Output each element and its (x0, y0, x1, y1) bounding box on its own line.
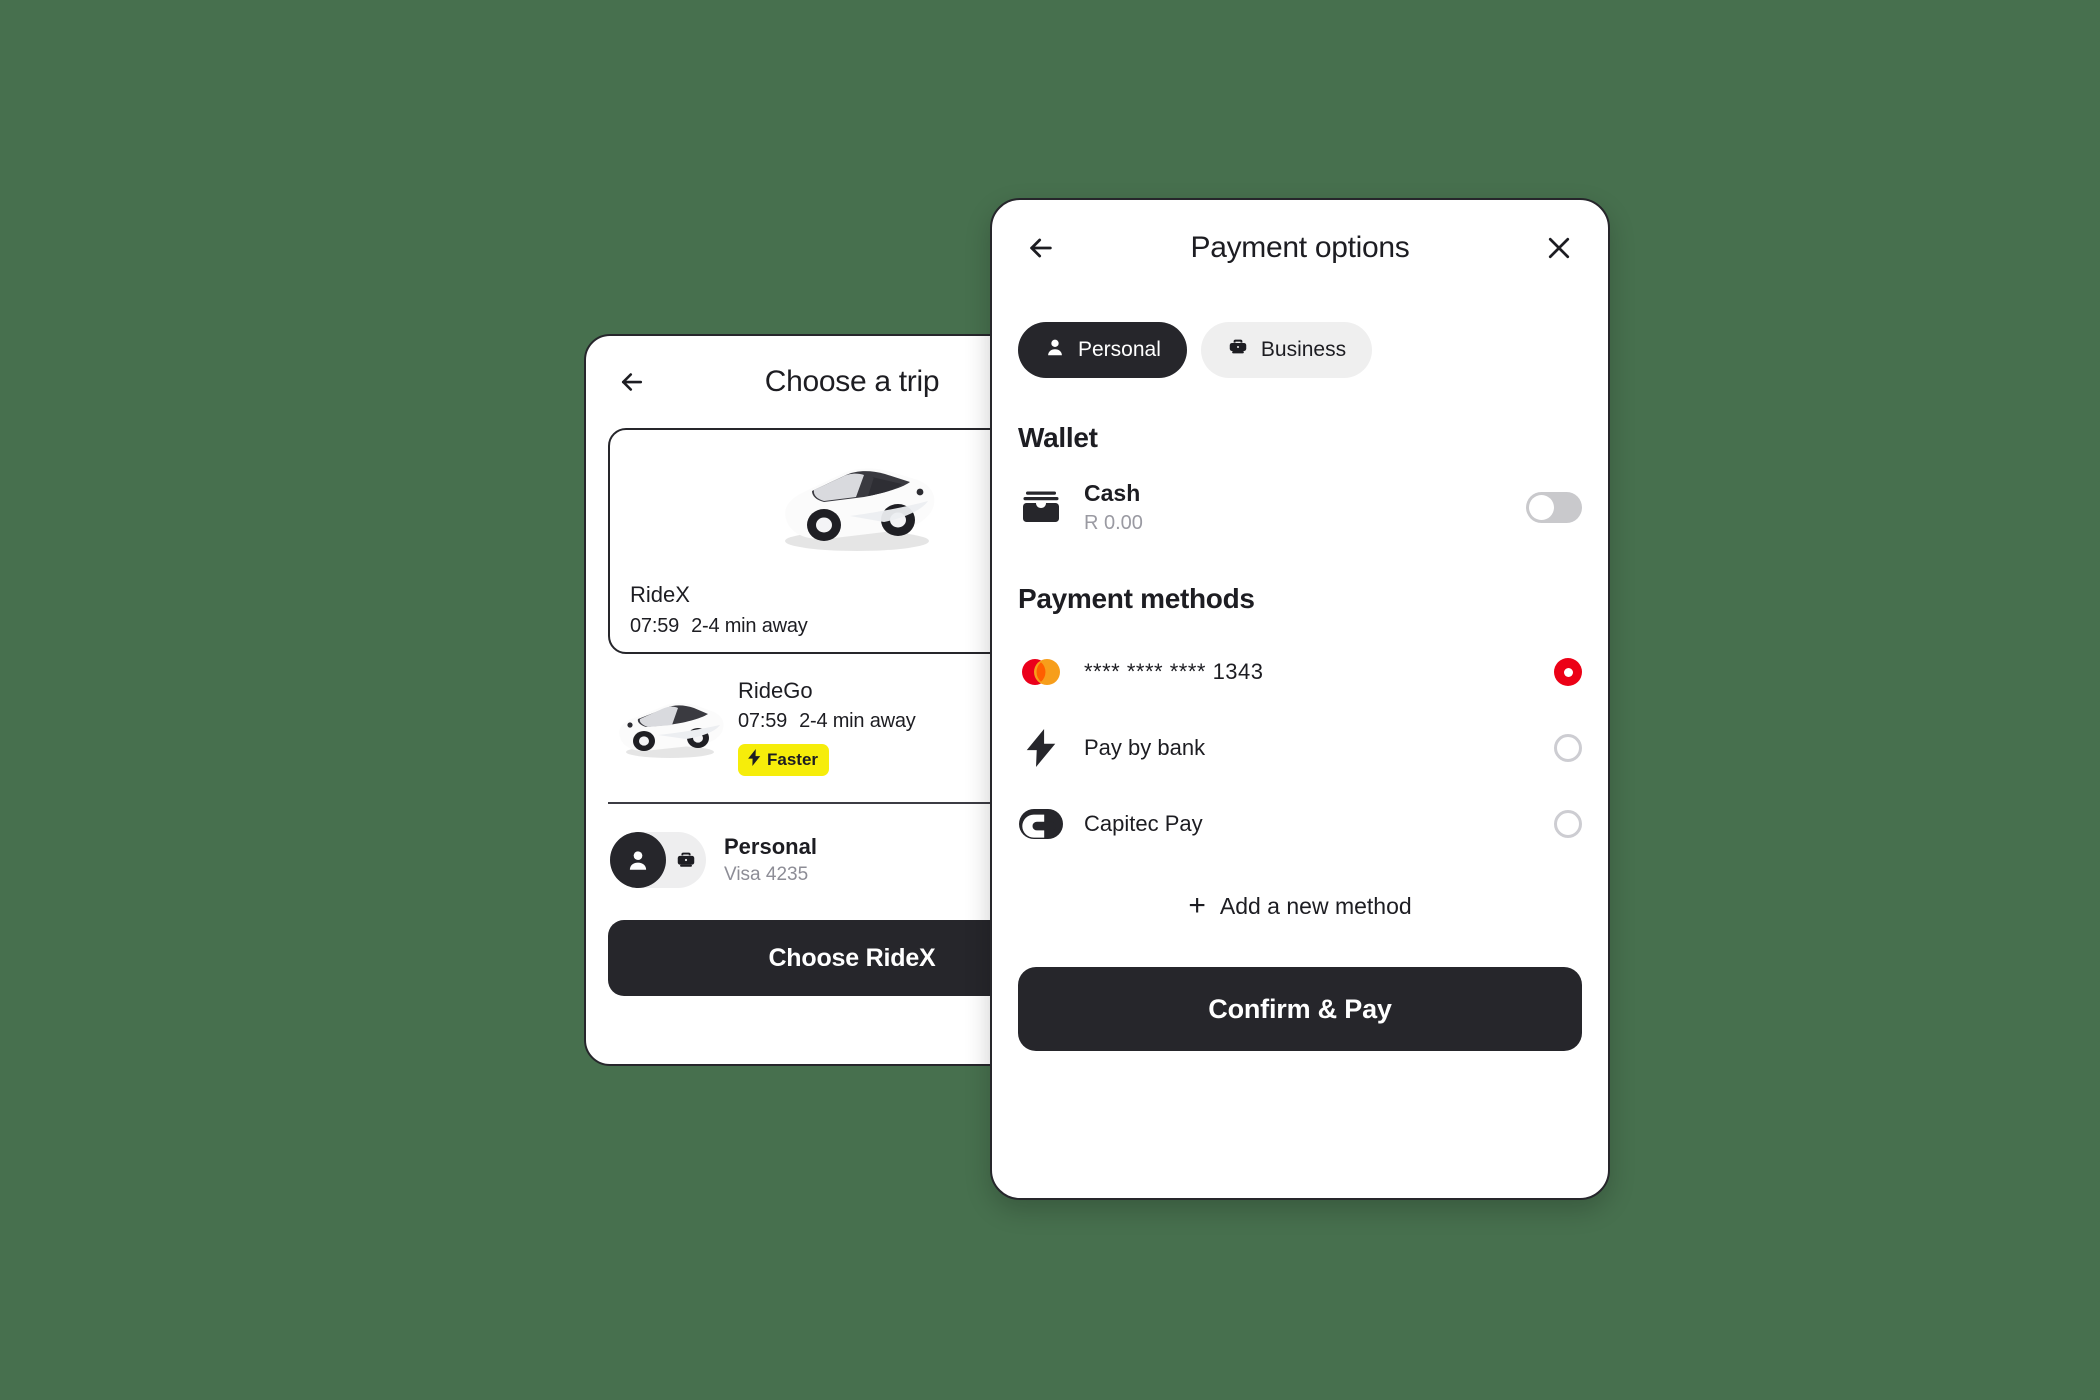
ride-time: 07:59 (630, 615, 680, 637)
account-title: Personal (724, 834, 817, 859)
tab-label: Business (1260, 338, 1347, 361)
arrow-left-icon[interactable] (612, 362, 652, 402)
car-illustration-ridego (608, 689, 728, 763)
mastercard-icon (1018, 657, 1064, 687)
ride-eta: 2-4 min away (799, 710, 916, 732)
ride-meta: 07:59 2-4 min away (738, 710, 916, 733)
person-icon (610, 832, 666, 888)
wallet-item-name: Cash (1084, 480, 1141, 506)
page-title: Payment options (1190, 231, 1410, 264)
arrow-left-icon[interactable] (1020, 227, 1062, 269)
status-badge-faster: Faster (738, 744, 830, 776)
cash-wallet-icon (1018, 490, 1064, 526)
account-type-tabs: Personal Business (1018, 322, 1582, 378)
ride-time: 07:59 (738, 710, 788, 732)
briefcase-icon (666, 849, 706, 871)
confirm-and-pay-button[interactable]: Confirm & Pay (1018, 967, 1582, 1051)
radio-card[interactable] (1554, 658, 1582, 686)
payment-method-pay-by-bank[interactable]: Pay by bank (1018, 729, 1582, 767)
payment-method-capitec-pay[interactable]: Capitec Pay (1018, 809, 1582, 839)
briefcase-icon (1227, 336, 1249, 364)
wallet-item-balance: R 0.00 (1084, 512, 1143, 534)
card-number-masked: **** **** **** 1343 (1084, 659, 1264, 684)
account-subtitle: Visa 4235 (724, 864, 809, 885)
bolt-icon (1018, 729, 1064, 767)
payment-method-label: Pay by bank (1084, 735, 1206, 760)
payment-method-labels: **** **** **** 1343 (1084, 659, 1534, 685)
tab-business[interactable]: Business (1200, 322, 1373, 378)
payment-methods-heading: Payment methods (1018, 583, 1255, 614)
cash-toggle[interactable] (1526, 492, 1582, 523)
wallet-heading: Wallet (1018, 422, 1098, 453)
tab-label: Personal (1078, 338, 1161, 361)
payment-header: Payment options (992, 200, 1608, 296)
payment-method-card[interactable]: **** **** **** 1343 (1018, 657, 1582, 687)
account-labels: Personal Visa 4235 (724, 834, 817, 886)
plus-icon: + (1188, 889, 1206, 922)
wallet-item-labels: Cash R 0.00 (1084, 480, 1506, 535)
ride-eta: 2-4 min away (691, 615, 808, 637)
payment-body: Personal Business Wallet Cash R 0.00 Pay… (992, 322, 1608, 921)
radio-capitec-pay[interactable] (1554, 810, 1582, 838)
person-icon (1044, 336, 1066, 364)
capitec-icon (1018, 809, 1064, 839)
close-icon[interactable] (1538, 227, 1580, 269)
payment-method-labels: Capitec Pay (1084, 811, 1534, 837)
add-new-method-button[interactable]: + Add a new method (1018, 891, 1582, 921)
ride-info: RideGo 07:59 2-4 min away Faster (738, 676, 916, 776)
payment-options-panel: Payment options Personal Business Wallet… (990, 198, 1610, 1200)
ride-name: RideGo (738, 678, 813, 703)
badge-label: Faster (767, 750, 819, 769)
bolt-icon (747, 749, 762, 771)
wallet-item-cash[interactable]: Cash R 0.00 (1018, 480, 1582, 535)
toggle-knob (1529, 495, 1554, 520)
payment-method-labels: Pay by bank (1084, 735, 1534, 761)
account-type-toggle[interactable] (610, 832, 706, 888)
payment-method-label: Capitec Pay (1084, 811, 1203, 836)
tab-personal[interactable]: Personal (1018, 322, 1187, 378)
radio-pay-by-bank[interactable] (1554, 734, 1582, 762)
add-method-label: Add a new method (1219, 892, 1412, 919)
